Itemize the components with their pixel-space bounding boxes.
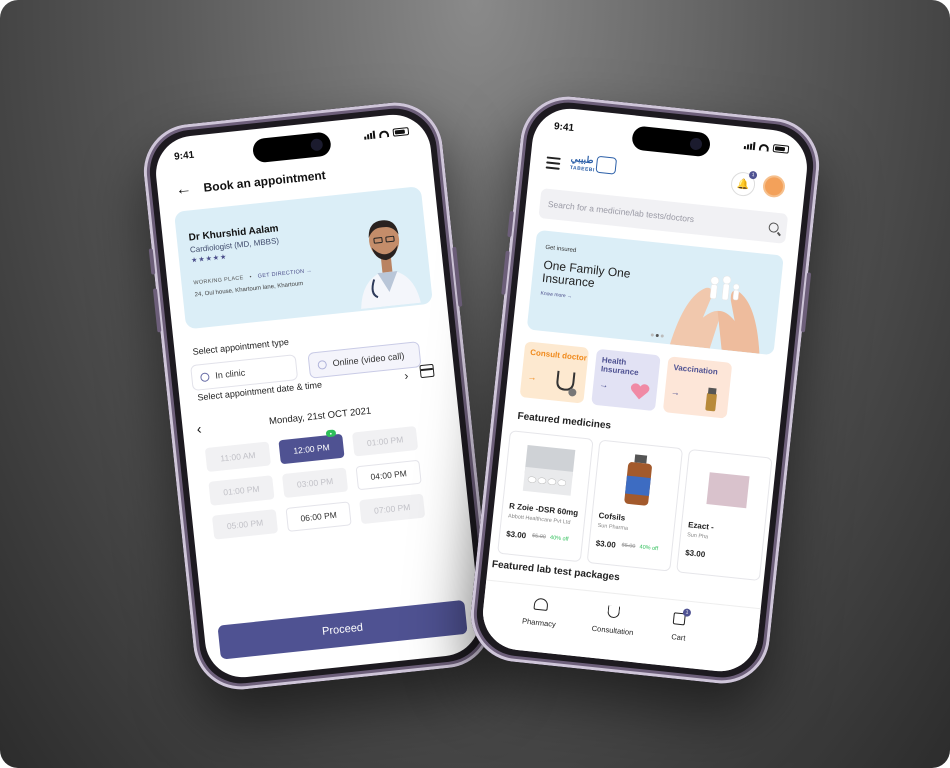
cart-bag-icon: 1 (672, 608, 692, 626)
doctor-photo (343, 192, 427, 310)
time-slot-selected[interactable]: 12:00 PM ● (278, 429, 345, 465)
wifi-icon (378, 129, 390, 138)
medicine-maker: Sun Pharma (597, 522, 629, 532)
stethoscope-icon (606, 605, 621, 619)
banner-kicker: Get insured (545, 244, 577, 255)
radio-icon (199, 371, 210, 382)
medicine-card[interactable]: R Zoie -DSR 60mg Abbott Healthcare Pvt L… (497, 430, 594, 563)
search-input[interactable]: Search for a medicine/lab tests/doctors (547, 199, 769, 232)
time-slot: 11:00 AM (204, 441, 271, 472)
chevron-right-icon[interactable]: › (404, 368, 409, 382)
rating-stars: ★★★★★ (190, 253, 228, 265)
hands-family-illustration (669, 275, 760, 354)
notification-bell-icon[interactable]: 🔔 1 (729, 170, 758, 198)
medicine-old-price: $5.00 (621, 542, 636, 550)
nav-consultation[interactable]: Consultation (591, 604, 636, 637)
medicine-image (624, 454, 652, 506)
medicine-discount: 40% off (549, 534, 569, 543)
logo-mark-icon (595, 155, 618, 175)
doctor-card[interactable]: Dr Khurshid Aalam Cardiologist (MD, MBBS… (173, 186, 433, 330)
category-consult-doctor[interactable]: Consult doctor → (519, 341, 590, 404)
menu-icon[interactable] (545, 156, 561, 172)
status-time: 9:41 (173, 149, 195, 163)
nav-pharmacy[interactable]: Pharmacy (522, 597, 559, 629)
get-direction-link[interactable]: GET DIRECTION → (257, 268, 312, 280)
appointment-type-label: Select appointment type (192, 336, 290, 357)
medicine-card[interactable]: Cofsils Sun Pharma $3.00 $5.00 40% off (586, 439, 684, 572)
banner-link[interactable]: Know more → (540, 291, 572, 300)
heart-pulse-icon (533, 597, 549, 611)
avatar[interactable] (761, 174, 787, 199)
dynamic-island (251, 131, 332, 164)
arrow-right-icon: → (670, 386, 681, 398)
heart-hand-icon (630, 383, 650, 400)
medicine-name: Ezact - (687, 520, 715, 532)
page-title: Book an appointment (202, 168, 327, 195)
medicine-image (522, 445, 576, 496)
working-place-link[interactable]: WORKING PLACE (193, 275, 244, 286)
slot-tag: ● (325, 429, 337, 438)
search-icon[interactable] (768, 222, 780, 234)
vaccine-vial-icon (705, 387, 717, 412)
battery-icon (772, 144, 790, 154)
time-slot[interactable]: 06:00 PM (285, 501, 352, 532)
time-slot: 07:00 PM (359, 493, 426, 525)
featured-medicines-title: Featured medicines (516, 410, 612, 432)
category-vaccination[interactable]: Vaccination → (662, 356, 733, 419)
arrow-right-icon: → (527, 371, 538, 383)
chevron-left-icon[interactable]: ‹ (196, 419, 218, 436)
medicine-image (706, 472, 750, 509)
back-arrow-icon[interactable]: ← (175, 180, 193, 200)
arrow-right-icon: → (598, 379, 609, 391)
time-slot: 05:00 PM (211, 509, 279, 540)
phone-booking: 9:41 ← Book an appointment Dr Khurshid A… (139, 97, 497, 695)
battery-icon (392, 127, 410, 137)
calendar-icon[interactable] (419, 363, 435, 379)
time-slot: 01:00 PM (208, 475, 275, 506)
medicine-price: $3.00 (505, 529, 527, 541)
booking-screen: 9:41 ← Book an appointment Dr Khurshid A… (152, 111, 484, 681)
cart-badge: 1 (682, 608, 692, 618)
medicine-discount: 40% off (639, 544, 659, 553)
time-slot: 03:00 PM (281, 467, 349, 499)
medicine-price: $3.00 (595, 538, 617, 550)
status-icons (743, 141, 790, 154)
nav-cart[interactable]: 1 Cart (671, 608, 692, 643)
medicine-maker: Sun Pha (686, 532, 709, 541)
background-frame: 9:41 ← Book an appointment Dr Khurshid A… (0, 0, 950, 768)
time-slot: 01:00 PM (352, 425, 419, 457)
signal-icon (364, 130, 376, 140)
medicine-old-price: $5.00 (531, 533, 547, 541)
wifi-icon (758, 143, 770, 152)
insurance-banner[interactable]: Get insured One Family One Insurance Kno… (526, 229, 784, 356)
stethoscope-icon (556, 370, 577, 397)
signal-icon (743, 141, 756, 151)
home-screen: 9:41 طبيبي TABEEBI 🔔 1 Search for a medic… (479, 105, 811, 675)
time-slot[interactable]: 04:00 PM (355, 459, 422, 491)
dynamic-island (631, 125, 712, 158)
proceed-button[interactable]: Proceed (217, 599, 468, 660)
notification-badge: 1 (748, 170, 758, 180)
medicine-name: Cofsils (598, 510, 626, 523)
medicine-price: $3.00 (684, 548, 706, 560)
status-icons (364, 127, 410, 140)
medicine-card[interactable]: Ezact - Sun Pha $3.00 (676, 448, 773, 582)
phone-home: 9:41 طبيبي TABEEBI 🔔 1 Search for a medic… (466, 91, 824, 689)
radio-icon (317, 359, 328, 370)
bottom-nav: Pharmacy Consultation 1 Cart (479, 579, 761, 675)
status-time: 9:41 (553, 121, 575, 135)
banner-headline: One Family One Insurance (541, 257, 632, 291)
carousel-dots (650, 333, 664, 338)
category-health-insurance[interactable]: Health Insurance → (591, 348, 661, 412)
